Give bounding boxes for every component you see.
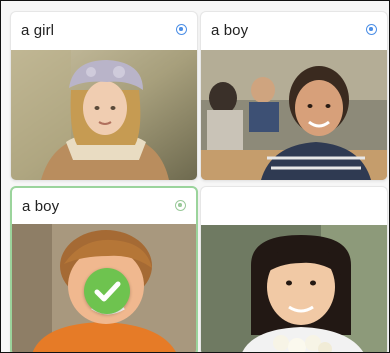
audio-play-icon[interactable]: [366, 24, 377, 35]
answer-card-girl-flowers[interactable]: [200, 186, 388, 352]
photo-boy-classroom: [201, 50, 387, 180]
card-label: a girl: [21, 22, 55, 39]
card-header: a boy: [201, 12, 387, 48]
audio-play-icon[interactable]: [175, 200, 186, 211]
answer-card-boy-selected[interactable]: a boy: [10, 186, 198, 352]
answer-card-boy-classroom[interactable]: a boy: [200, 11, 388, 181]
audio-play-icon[interactable]: [176, 24, 187, 35]
selected-check-badge: [84, 268, 130, 314]
boy-classroom-photo-image: [201, 50, 387, 180]
answer-grid: a girl a boy a boy: [0, 0, 390, 353]
card-header: a girl: [11, 12, 197, 48]
card-label: a boy: [22, 198, 60, 215]
card-label: a boy: [211, 22, 249, 39]
photo-boy-selected: [12, 224, 196, 352]
girl-photo-image: [11, 50, 197, 180]
check-icon: [94, 281, 121, 302]
answer-card-girl[interactable]: a girl: [10, 11, 198, 181]
girl-flowers-photo-image: [201, 225, 387, 352]
card-header: a boy: [12, 188, 196, 224]
photo-girl-flowers: [201, 225, 387, 352]
card-header: [201, 187, 387, 223]
photo-girl: [11, 50, 197, 180]
